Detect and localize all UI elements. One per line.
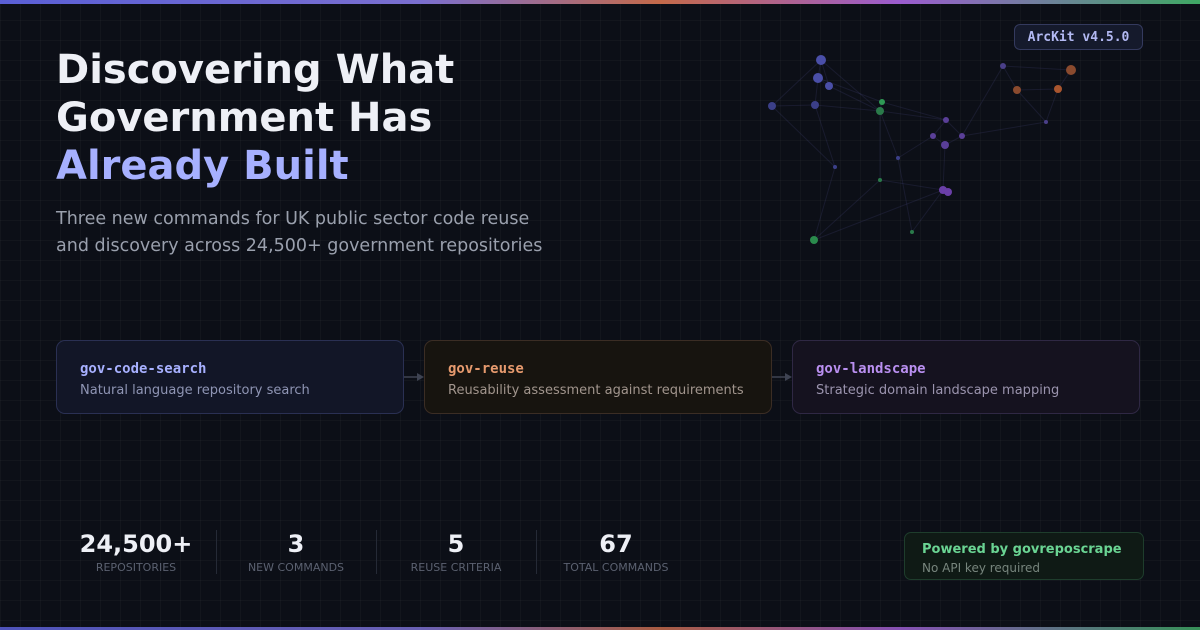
command-name: gov-landscape bbox=[816, 361, 926, 377]
network-node bbox=[910, 230, 914, 234]
command-card-gov-code-search: gov-code-search Natural language reposit… bbox=[56, 340, 404, 414]
network-edge bbox=[897, 157, 913, 233]
network-node bbox=[825, 82, 833, 90]
subtitle: Three new commands for UK public sector … bbox=[56, 206, 542, 260]
powered-by-badge: Powered by govreposcrape No API key requ… bbox=[904, 532, 1144, 580]
title-line-1: Discovering What bbox=[56, 47, 455, 93]
network-node bbox=[896, 156, 900, 160]
powered-by-subtitle: No API key required bbox=[922, 561, 1041, 575]
network-node bbox=[1066, 65, 1076, 75]
network-edge bbox=[817, 77, 883, 103]
command-name: gov-reuse bbox=[448, 361, 524, 377]
network-edge bbox=[1002, 65, 1072, 71]
network-node bbox=[833, 165, 837, 169]
stat-value: 24,500+ bbox=[79, 530, 193, 558]
command-description: Natural language repository search bbox=[80, 383, 310, 398]
network-edge bbox=[813, 166, 836, 241]
network-node bbox=[1013, 86, 1021, 94]
network-edge bbox=[879, 110, 947, 121]
stat-reuse-criteria: 5 REUSE CRITERIA bbox=[376, 530, 536, 574]
network-edge bbox=[771, 104, 816, 107]
network-node bbox=[1054, 85, 1062, 93]
network-edge bbox=[813, 179, 881, 241]
network-node bbox=[944, 188, 952, 196]
stat-value: 3 bbox=[287, 530, 305, 558]
network-node bbox=[1044, 120, 1048, 124]
network-node bbox=[878, 178, 882, 182]
stat-repositories: 24,500+ REPOSITORIES bbox=[56, 530, 216, 574]
network-node bbox=[876, 107, 884, 115]
title-line-2: Government Has bbox=[56, 95, 433, 141]
network-node bbox=[810, 236, 818, 244]
network-edge bbox=[961, 65, 1004, 137]
network-node bbox=[811, 101, 819, 109]
stat-label: REUSE CRITERIA bbox=[410, 561, 502, 574]
network-node bbox=[930, 133, 936, 139]
command-description: Strategic domain landscape mapping bbox=[816, 383, 1060, 398]
network-edge bbox=[881, 101, 947, 121]
network-node bbox=[959, 133, 965, 139]
network-edge bbox=[945, 119, 963, 137]
network-edge bbox=[961, 121, 1047, 137]
network-edge bbox=[879, 179, 944, 191]
network-edge bbox=[771, 59, 822, 107]
stat-value: 67 bbox=[599, 530, 633, 558]
command-description: Reusability assessment against requireme… bbox=[448, 383, 744, 398]
subtitle-line-1: Three new commands for UK public sector … bbox=[56, 209, 530, 229]
stat-label: REPOSITORIES bbox=[95, 561, 177, 574]
stat-value: 5 bbox=[447, 530, 465, 558]
powered-by-title: Powered by govreposcrape bbox=[922, 542, 1122, 557]
page-title: Discovering What Government Has Already … bbox=[56, 46, 454, 190]
stat-label: TOTAL COMMANDS bbox=[563, 561, 669, 574]
network-edge bbox=[1016, 88, 1059, 91]
network-edge bbox=[1016, 89, 1047, 123]
network-edge bbox=[879, 110, 899, 159]
network-edge bbox=[897, 135, 934, 159]
network-node bbox=[816, 55, 826, 65]
network-edge bbox=[942, 144, 946, 191]
version-badge: ArcKit v4.5.0 bbox=[1014, 24, 1143, 50]
arrow-right-icon bbox=[404, 373, 424, 381]
network-node bbox=[941, 141, 949, 149]
stat-new-commands: 3 NEW COMMANDS bbox=[216, 530, 376, 574]
network-node bbox=[813, 73, 823, 83]
subtitle-line-2: and discovery across 24,500+ government … bbox=[56, 236, 543, 256]
arrow-right-icon bbox=[772, 373, 792, 381]
stat-total-commands: 67 TOTAL COMMANDS bbox=[536, 530, 696, 574]
network-node bbox=[879, 99, 885, 105]
network-node bbox=[768, 102, 776, 110]
command-name: gov-code-search bbox=[80, 361, 207, 377]
command-card-gov-landscape: gov-landscape Strategic domain landscape… bbox=[792, 340, 1140, 414]
network-edge bbox=[932, 119, 947, 137]
network-edge bbox=[813, 189, 944, 241]
title-line-accent: Already Built bbox=[56, 143, 349, 189]
network-node bbox=[943, 117, 949, 123]
stat-label: NEW COMMANDS bbox=[247, 561, 345, 574]
network-edge bbox=[1045, 88, 1059, 123]
network-edge bbox=[1002, 65, 1018, 91]
network-node bbox=[1000, 63, 1006, 69]
command-card-gov-reuse: gov-reuse Reusability assessment against… bbox=[424, 340, 772, 414]
